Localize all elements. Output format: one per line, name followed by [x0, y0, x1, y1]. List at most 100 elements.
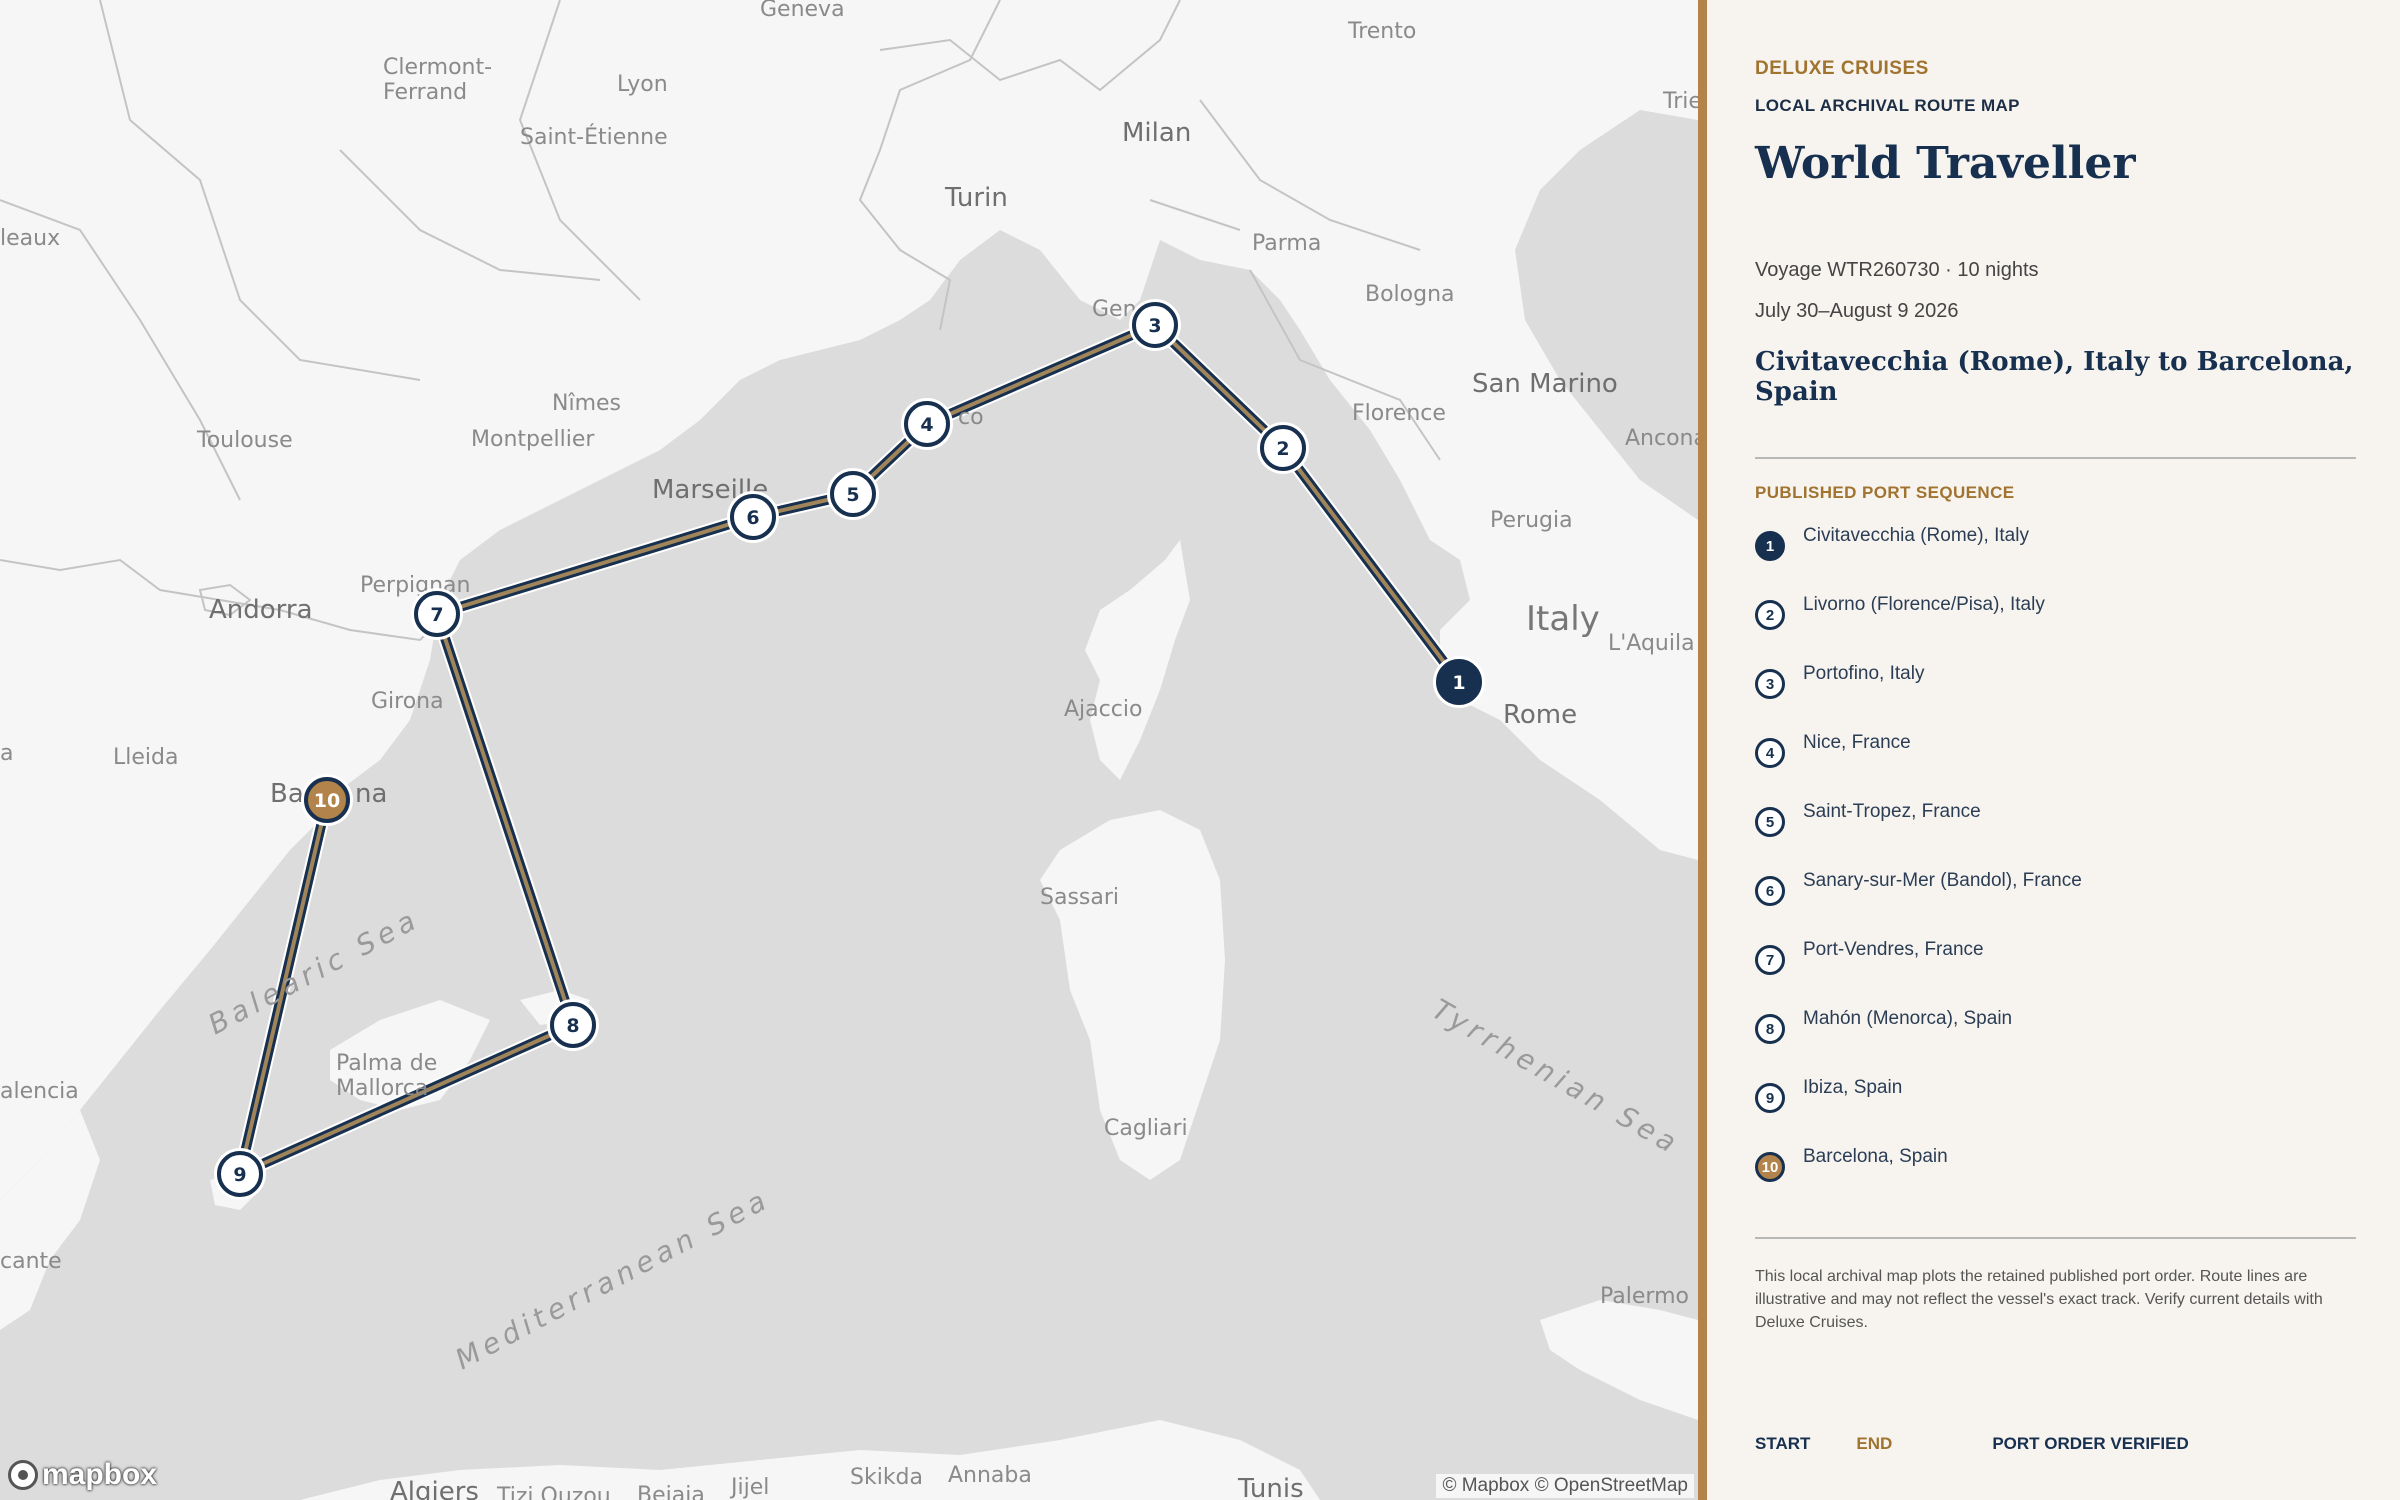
place-label-girona: Girona	[371, 689, 444, 714]
legend: START END PORT ORDER VERIFIED	[1755, 1434, 2189, 1454]
route-title: Civitavecchia (Rome), Italy to Barcelona…	[1755, 347, 2354, 407]
port-item[interactable]: 4 Nice, France	[1755, 732, 2356, 801]
port-item[interactable]: 9 Ibiza, Spain	[1755, 1077, 2356, 1146]
legend-end: END	[1856, 1434, 1893, 1453]
marker-number: 7	[430, 604, 443, 626]
stop-marker-5[interactable]: 5	[827, 468, 879, 520]
place-label-perugia: Perugia	[1490, 508, 1573, 533]
port-badge: 4	[1755, 738, 1785, 768]
place-label-rome: Rome	[1503, 700, 1577, 730]
stop-marker-6[interactable]: 6	[727, 491, 779, 543]
port-badge: 3	[1755, 669, 1785, 699]
legend-start: START	[1755, 1434, 1811, 1453]
place-label-cagliari: Cagliari	[1104, 1116, 1188, 1141]
port-item[interactable]: 3 Portofino, Italy	[1755, 663, 2356, 732]
stop-marker-8[interactable]: 8	[547, 999, 599, 1051]
place-label-tizi: Tizi Ouzou	[496, 1484, 611, 1500]
port-item[interactable]: 10 Barcelona, Spain	[1755, 1146, 2356, 1215]
place-label-turin: Turin	[944, 183, 1008, 213]
port-badge: 7	[1755, 945, 1785, 975]
place-label-ancona: Ancona	[1625, 426, 1698, 451]
port-name: Mahón (Menorca), Spain	[1803, 1008, 2013, 1029]
divider	[1755, 1237, 2356, 1239]
port-badge: 2	[1755, 600, 1785, 630]
port-badge: 1	[1755, 531, 1785, 561]
marker-number: 2	[1276, 438, 1289, 460]
sequence-heading: PUBLISHED PORT SEQUENCE	[1755, 483, 2015, 502]
mapbox-logo-text: mapbox	[42, 1458, 158, 1491]
voyage-info: Voyage WTR260730 · 10 nights	[1755, 259, 2039, 281]
place-label-saint-etienne: Saint-Étienne	[520, 124, 668, 150]
place-label-san-marino: San Marino	[1472, 369, 1618, 399]
port-item[interactable]: 2 Livorno (Florence/Pisa), Italy	[1755, 594, 2356, 663]
place-label-perpignan: Perpignan	[360, 573, 470, 598]
place-label-monaco: co	[958, 405, 984, 430]
place-label-valencia: alencia	[0, 1079, 79, 1104]
ship-name: World Traveller	[1755, 138, 2136, 189]
place-label-annaba: Annaba	[948, 1463, 1032, 1488]
marker-number: 4	[920, 414, 933, 436]
legend-verified: PORT ORDER VERIFIED	[1992, 1434, 2189, 1453]
port-item[interactable]: 7 Port-Vendres, France	[1755, 939, 2356, 1008]
port-name: Civitavecchia (Rome), Italy	[1803, 525, 2029, 546]
sea-label-mediterranean: Mediterranean Sea	[450, 1182, 776, 1376]
route-map[interactable]: Geneva Trento Trie Clermont-Ferrand Lyon Sain…	[0, 0, 1698, 1500]
port-badge: 8	[1755, 1014, 1785, 1044]
port-item[interactable]: 6 Sanary-sur-Mer (Bandol), France	[1755, 870, 2356, 939]
map-canvas[interactable]: GenevaTrentoTrieClermont-Ferrand LyonSain…	[0, 0, 1698, 1500]
place-label-andorra: Andorra	[209, 595, 313, 625]
port-badge: 10	[1755, 1152, 1785, 1182]
place-label-trieste: Trie	[1662, 89, 1698, 114]
place-label-toulouse: Toulouse	[196, 428, 293, 453]
map-attribution[interactable]: © Mapbox © OpenStreetMap	[1436, 1474, 1694, 1498]
port-name: Port-Vendres, France	[1803, 939, 1984, 960]
stop-marker-2[interactable]: 2	[1257, 422, 1309, 474]
marker-number: 3	[1148, 315, 1161, 337]
place-label-genoa: Gen	[1092, 297, 1137, 322]
stop-marker-9[interactable]: 9	[214, 1148, 266, 1200]
port-name: Portofino, Italy	[1803, 663, 1925, 684]
place-label-laquila: L'Aquila	[1608, 631, 1695, 656]
place-label-palermo: Palermo	[1600, 1284, 1689, 1309]
sea-label-tyrrhenian: Tyrrhenian Sea	[1427, 992, 1687, 1161]
divider	[1755, 457, 2356, 459]
stop-marker-1[interactable]: 1	[1433, 656, 1485, 708]
land-layer	[0, 0, 1698, 1500]
place-label-skikda: Skikda	[850, 1465, 923, 1490]
place-label-barcelona-b: na	[355, 779, 387, 809]
place-label-lleida: Lleida	[113, 745, 178, 770]
corsica	[1085, 540, 1190, 780]
marker-number: 6	[746, 507, 759, 529]
place-label-bordeaux: leaux	[0, 226, 60, 251]
place-label-milan: Milan	[1122, 118, 1191, 148]
stop-marker-7[interactable]: 7	[411, 588, 463, 640]
place-label-jijel: Jijel	[729, 1475, 769, 1500]
stop-marker-10[interactable]: 10	[301, 774, 353, 826]
place-label-alicante: cante	[0, 1249, 62, 1274]
port-name: Saint-Tropez, France	[1803, 801, 1981, 822]
panel-subtitle: LOCAL ARCHIVAL ROUTE MAP	[1755, 96, 2020, 115]
disclaimer-note: This local archival map plots the retain…	[1755, 1268, 2323, 1331]
mapbox-logo[interactable]: mapbox	[8, 1458, 157, 1492]
place-label-barcelona-a: Ba	[270, 779, 304, 809]
port-item[interactable]: 8 Mahón (Menorca), Spain	[1755, 1008, 2356, 1077]
port-name: Livorno (Florence/Pisa), Italy	[1803, 594, 2045, 615]
stop-marker-3[interactable]: 3	[1129, 299, 1181, 351]
port-badge: 6	[1755, 876, 1785, 906]
marker-number: 10	[314, 790, 340, 812]
place-label-za: a	[0, 741, 13, 766]
mapbox-logo-icon	[8, 1460, 38, 1490]
stop-marker-4[interactable]: 4	[901, 398, 953, 450]
port-name: Ibiza, Spain	[1803, 1077, 1903, 1098]
place-label-italy: Italy	[1526, 599, 1600, 639]
place-label-parma: Parma	[1252, 231, 1321, 256]
port-name: Barcelona, Spain	[1803, 1146, 1948, 1167]
sicily	[1540, 1300, 1698, 1420]
port-badge: 5	[1755, 807, 1785, 837]
port-list: 1 Civitavecchia (Rome), Italy 2 Livorno …	[1755, 525, 2356, 1215]
port-item[interactable]: 5 Saint-Tropez, France	[1755, 801, 2356, 870]
place-label-algiers: Algiers	[390, 1477, 479, 1500]
place-label-bejaia: Bejaia	[637, 1483, 705, 1500]
port-item[interactable]: 1 Civitavecchia (Rome), Italy	[1755, 525, 2356, 594]
place-label-sassari: Sassari	[1040, 885, 1119, 910]
